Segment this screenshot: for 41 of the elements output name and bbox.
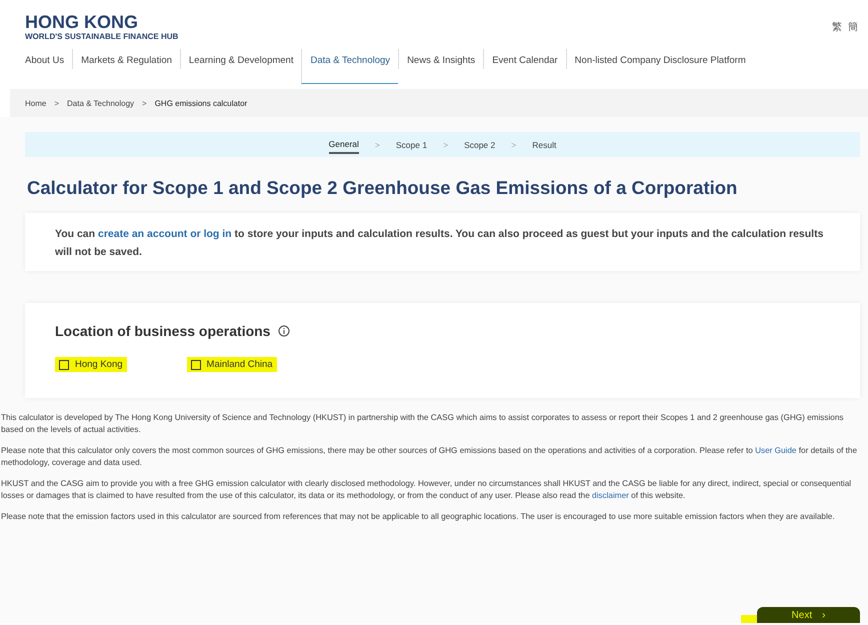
nav-item[interactable]: About Us bbox=[25, 49, 72, 69]
chevron-icon: > bbox=[443, 140, 448, 150]
logo-title[interactable]: HONG KONG bbox=[25, 12, 178, 32]
language-link[interactable]: 繁 bbox=[832, 20, 842, 41]
separator-icon: > bbox=[142, 98, 147, 108]
next-button[interactable]: Next › bbox=[757, 607, 860, 623]
page-title: Calculator for Scope 1 and Scope 2 Greenhouse Gas Emissions of a Corporation bbox=[27, 177, 738, 199]
notice-text: You can create an account or log in to store your inputs and calculation results. You can also proceed as guest but your inputs and the calculation results will not be saved. bbox=[55, 227, 824, 260]
language-link[interactable]: 簡 bbox=[848, 20, 858, 41]
breadcrumb-link[interactable]: Home bbox=[25, 98, 46, 108]
step-tab[interactable]: Scope 2 bbox=[464, 136, 496, 152]
chevron-icon: › bbox=[822, 610, 826, 623]
step-tab[interactable]: Result bbox=[532, 136, 556, 152]
link[interactable]: User Guide bbox=[755, 446, 796, 455]
info-icon[interactable] bbox=[278, 325, 290, 337]
nav-item[interactable]: Learning & Development bbox=[180, 49, 302, 69]
breadcrumb-link[interactable]: Data & Technology bbox=[67, 98, 134, 108]
disclaimer-paragraph: Please note that the emission factors used in this calculator are sourced from references that may not be applicable to all geographic locations. The user is encouraged to use more suitable emission factors when they are available. bbox=[1, 511, 836, 523]
logo-subtitle: WORLD'S SUSTAINABLE FINANCE HUB bbox=[25, 32, 178, 41]
section-heading: Location of business operations bbox=[55, 323, 270, 339]
disclaimer-paragraph: Please note that this calculator only covers the most common sources of GHG emissions, there may be other sources of GHG emissions based on the operations and activities of a corporation. Please refer to User Guide for details of the methodology, coverage and data used. bbox=[1, 445, 858, 469]
checkbox-option[interactable]: Mainland China bbox=[186, 357, 277, 372]
breadcrumb-link[interactable]: GHG emissions calculator bbox=[154, 98, 248, 108]
nav-item[interactable]: Data & Technology bbox=[301, 49, 398, 84]
nav-item[interactable]: Event Calendar bbox=[483, 49, 566, 69]
link[interactable]: create an account or log in bbox=[98, 228, 232, 240]
checkbox-option[interactable]: Hong Kong bbox=[55, 357, 127, 372]
chevron-icon: > bbox=[374, 140, 380, 150]
nav-item[interactable]: Markets & Regulation bbox=[72, 49, 180, 69]
disclaimer-paragraph: This calculator is developed by The Hong Kong University of Science and Technology (HKUST) in partnership with the CASG which aims to assist corporates to assess or report their Scopes 1 and 2 greenhouse gas (GHG) emissions based on the levels of actual activities. bbox=[1, 412, 845, 436]
chevron-icon: > bbox=[511, 140, 516, 150]
nav-item[interactable]: Non-listed Company Disclosure Platform bbox=[566, 49, 754, 69]
checkbox[interactable] bbox=[190, 360, 201, 370]
nav-item[interactable]: News & Insights bbox=[398, 49, 484, 69]
highlight-mark bbox=[741, 615, 757, 623]
link[interactable]: disclaimer bbox=[592, 491, 629, 500]
checkbox[interactable] bbox=[59, 360, 69, 370]
step-tab[interactable]: Scope 1 bbox=[396, 136, 428, 152]
separator-icon: > bbox=[54, 98, 60, 108]
step-tab[interactable]: General bbox=[328, 136, 359, 154]
disclaimer-paragraph: HKUST and the CASG aim to provide you with a free GHG emission calculator with clearly disclosed methodology. However, under no circumstances shall HKUST and the CASG be liable for any direct, indirect, special or consequential losses or damages that is claimed to have resulted from the use of this calculator, its data or its methodology, or from the conduct of any user. Please also read the disclaimer of this website. bbox=[1, 478, 852, 502]
